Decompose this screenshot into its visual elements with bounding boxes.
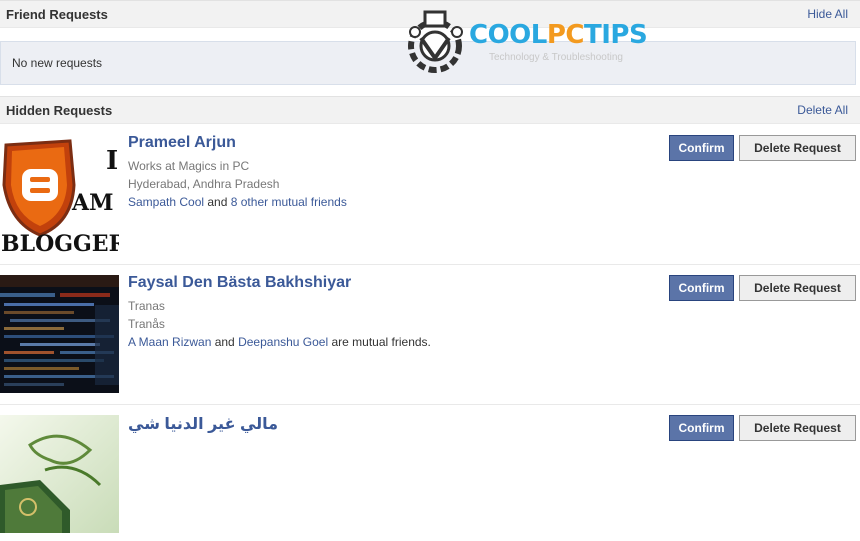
- watermark-tagline: Technology & Troubleshooting: [489, 52, 623, 63]
- mutual-friend-link[interactable]: Sampath Cool: [128, 195, 204, 209]
- delete-request-button[interactable]: Delete Request: [739, 135, 856, 161]
- profile-picture[interactable]: I AM BLOGGER: [0, 135, 119, 253]
- request-location: Hyderabad, Andhra Pradesh: [128, 177, 280, 191]
- request-row: مالي غير الدنيا شي Confirm Delete Reques…: [0, 405, 860, 541]
- hidden-requests-title: Hidden Requests: [6, 102, 113, 118]
- request-name[interactable]: Faysal Den Bästa Bakhshiyar: [128, 274, 431, 292]
- request-work: Works at Magics in PC: [128, 159, 250, 173]
- request-info: Faysal Den Bästa Bakhshiyar Tranas Tranå…: [128, 274, 431, 352]
- mutual-others-link[interactable]: 8 other mutual friends: [231, 195, 347, 209]
- mutual-suffix-text: are mutual friends.: [328, 335, 431, 349]
- confirm-button[interactable]: Confirm: [669, 415, 734, 441]
- delete-request-button[interactable]: Delete Request: [739, 275, 856, 301]
- mutual-and-text: and: [204, 195, 231, 209]
- request-info: Prameel Arjun Works at Magics in PC Hyde…: [128, 134, 347, 212]
- thumb-blogger-text: BLOGGER: [1, 231, 119, 253]
- confirm-button[interactable]: Confirm: [669, 135, 734, 161]
- request-row: Faysal Den Bästa Bakhshiyar Tranas Tranå…: [0, 265, 860, 405]
- no-requests-text: No new requests: [12, 56, 103, 70]
- delete-all-link[interactable]: Delete All: [797, 103, 848, 117]
- computer-gear-icon: [408, 10, 463, 73]
- mutual-friends: Sampath Cool and 8 other mutual friends: [128, 193, 347, 212]
- coolpctips-watermark: COOLPCTIPS Technology & Troubleshooting: [405, 10, 655, 78]
- confirm-button[interactable]: Confirm: [669, 275, 734, 301]
- mutual-friend-link-2[interactable]: Deepanshu Goel: [238, 335, 328, 349]
- mutual-friends: A Maan Rizwan and Deepanshu Goel are mut…: [128, 333, 431, 352]
- svg-text:AM: AM: [71, 190, 113, 216]
- request-name[interactable]: مالي غير الدنيا شي: [128, 414, 278, 434]
- hide-all-link[interactable]: Hide All: [807, 7, 848, 21]
- request-line-1: Tranas: [128, 299, 165, 313]
- brand-part-2: PC: [546, 20, 585, 50]
- profile-picture[interactable]: [0, 275, 119, 393]
- delete-request-button[interactable]: Delete Request: [739, 415, 856, 441]
- mutual-and-text: and: [211, 335, 239, 349]
- watermark-brand: COOLPCTIPS: [469, 20, 648, 50]
- friend-requests-title: Friend Requests: [6, 6, 108, 22]
- svg-text:I: I: [106, 146, 118, 176]
- brand-part-1: COOL: [469, 20, 547, 50]
- request-info: مالي غير الدنيا شي: [128, 414, 278, 439]
- request-line-2: Tranås: [128, 317, 165, 331]
- profile-picture[interactable]: [0, 415, 119, 533]
- hidden-requests-header: Hidden Requests Delete All: [0, 96, 860, 124]
- brand-part-3: TIPS: [584, 20, 648, 50]
- request-name[interactable]: Prameel Arjun: [128, 134, 347, 152]
- mutual-friend-link[interactable]: A Maan Rizwan: [128, 335, 211, 349]
- request-row: I AM BLOGGER Prameel Arjun Works at Magi…: [0, 125, 860, 265]
